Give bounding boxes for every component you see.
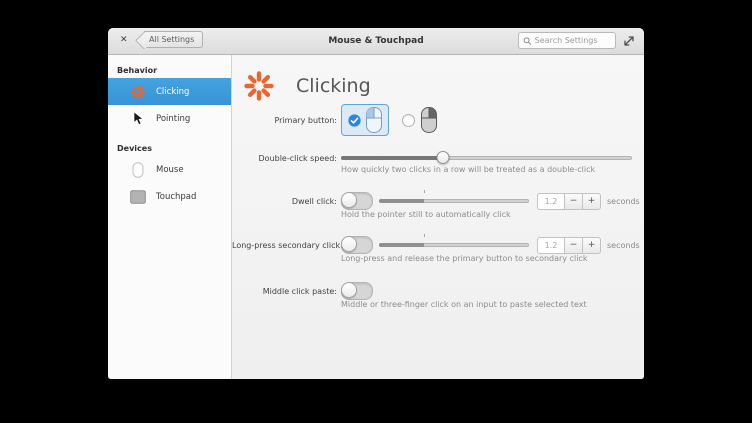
middle-click-paste-description: Middle or three-finger click on an input… (341, 300, 587, 309)
long-press-unit: seconds (607, 240, 640, 250)
toggle-knob[interactable] (341, 236, 357, 252)
clicking-flower-icon (130, 84, 146, 100)
all-settings-back-button[interactable]: All Settings (144, 31, 204, 48)
double-click-speed-slider[interactable] (341, 151, 632, 165)
middle-click-paste-row: Middle click paste: (232, 282, 373, 300)
long-press-description: Long-press and release the primary butto… (341, 254, 588, 263)
sidebar-item-mouse[interactable]: Mouse (108, 156, 231, 183)
touchpad-icon (130, 189, 146, 205)
increment-button[interactable]: + (582, 236, 601, 254)
settings-window: ✕ All Settings Mouse & Touchpad Behavior (108, 28, 644, 379)
long-press-slider (379, 234, 529, 252)
double-click-speed-label: Double-click speed: (258, 153, 337, 163)
slider-fill (341, 156, 443, 160)
sidebar-item-clicking[interactable]: Clicking (108, 78, 231, 105)
sidebar-item-label: Clicking (156, 86, 190, 97)
primary-button-row: Primary button: (232, 103, 437, 137)
dwell-click-spinner: 1.2 − + (537, 192, 601, 210)
primary-button-left-option[interactable] (341, 104, 389, 136)
mouse-icon (130, 161, 146, 178)
long-press-spinner: 1.2 − + (537, 236, 601, 254)
double-click-speed-description: How quickly two clicks in a row will be … (341, 165, 596, 174)
dwell-click-row: Dwell click: 1.2 − + seconds (232, 190, 640, 210)
decrement-button[interactable]: − (564, 236, 583, 254)
right-primary-mouse-icon (421, 107, 437, 133)
sidebar-section-behavior: Behavior (117, 66, 158, 75)
search-icon (523, 36, 532, 45)
primary-button-right-option[interactable] (402, 107, 437, 133)
sidebar-item-label: Mouse (156, 164, 184, 175)
clicking-page-icon (244, 71, 274, 101)
long-press-label: Long-press secondary click: (232, 240, 343, 250)
long-press-row: Long-press secondary click: 1.2 − + seco… (232, 234, 640, 254)
dwell-click-description: Hold the pointer still to automatically … (341, 210, 511, 219)
search-input[interactable] (534, 36, 611, 45)
slider-fill (379, 243, 424, 247)
long-press-value[interactable]: 1.2 (537, 236, 565, 254)
middle-click-paste-label: Middle click paste: (262, 286, 337, 296)
content-pane: Clicking Primary button: Double-click sp… (232, 55, 644, 379)
decrement-button[interactable]: − (564, 192, 583, 210)
slider-handle[interactable] (436, 151, 450, 164)
slider-tick (424, 190, 425, 193)
dwell-click-label: Dwell click: (291, 196, 337, 206)
back-button-label: All Settings (149, 35, 195, 44)
search-box[interactable] (518, 32, 616, 49)
toggle-knob[interactable] (341, 192, 357, 208)
page-title: Clicking (296, 75, 371, 97)
page-header: Clicking (242, 69, 371, 103)
sidebar-item-label: Touchpad (156, 191, 197, 202)
dwell-click-unit: seconds (607, 196, 640, 206)
dwell-click-slider (379, 190, 529, 208)
dwell-click-value[interactable]: 1.2 (537, 192, 565, 210)
sidebar-item-label: Pointing (156, 113, 191, 124)
toggle-knob[interactable] (341, 282, 357, 298)
double-click-speed-row: Double-click speed: (232, 151, 632, 165)
slider-fill (379, 199, 424, 203)
close-icon[interactable]: ✕ (120, 34, 128, 47)
pointer-arrow-icon (130, 111, 146, 127)
unchecked-radio-icon (402, 113, 415, 127)
increment-button[interactable]: + (582, 192, 601, 210)
long-press-toggle[interactable] (341, 236, 373, 254)
sidebar: Behavior Clicking Pointing Devices Mouse… (108, 55, 232, 379)
dwell-click-toggle[interactable] (341, 192, 373, 210)
checked-radio-icon (348, 113, 361, 127)
left-primary-mouse-icon (366, 107, 383, 133)
sidebar-section-devices: Devices (117, 144, 152, 153)
slider-tick (424, 234, 425, 237)
expand-icon[interactable] (623, 35, 635, 47)
sidebar-item-pointing[interactable]: Pointing (108, 105, 231, 132)
sidebar-item-touchpad[interactable]: Touchpad (108, 183, 231, 210)
middle-click-paste-toggle[interactable] (341, 282, 373, 300)
primary-button-label: Primary button: (274, 115, 337, 125)
titlebar[interactable]: ✕ All Settings Mouse & Touchpad (108, 28, 644, 55)
